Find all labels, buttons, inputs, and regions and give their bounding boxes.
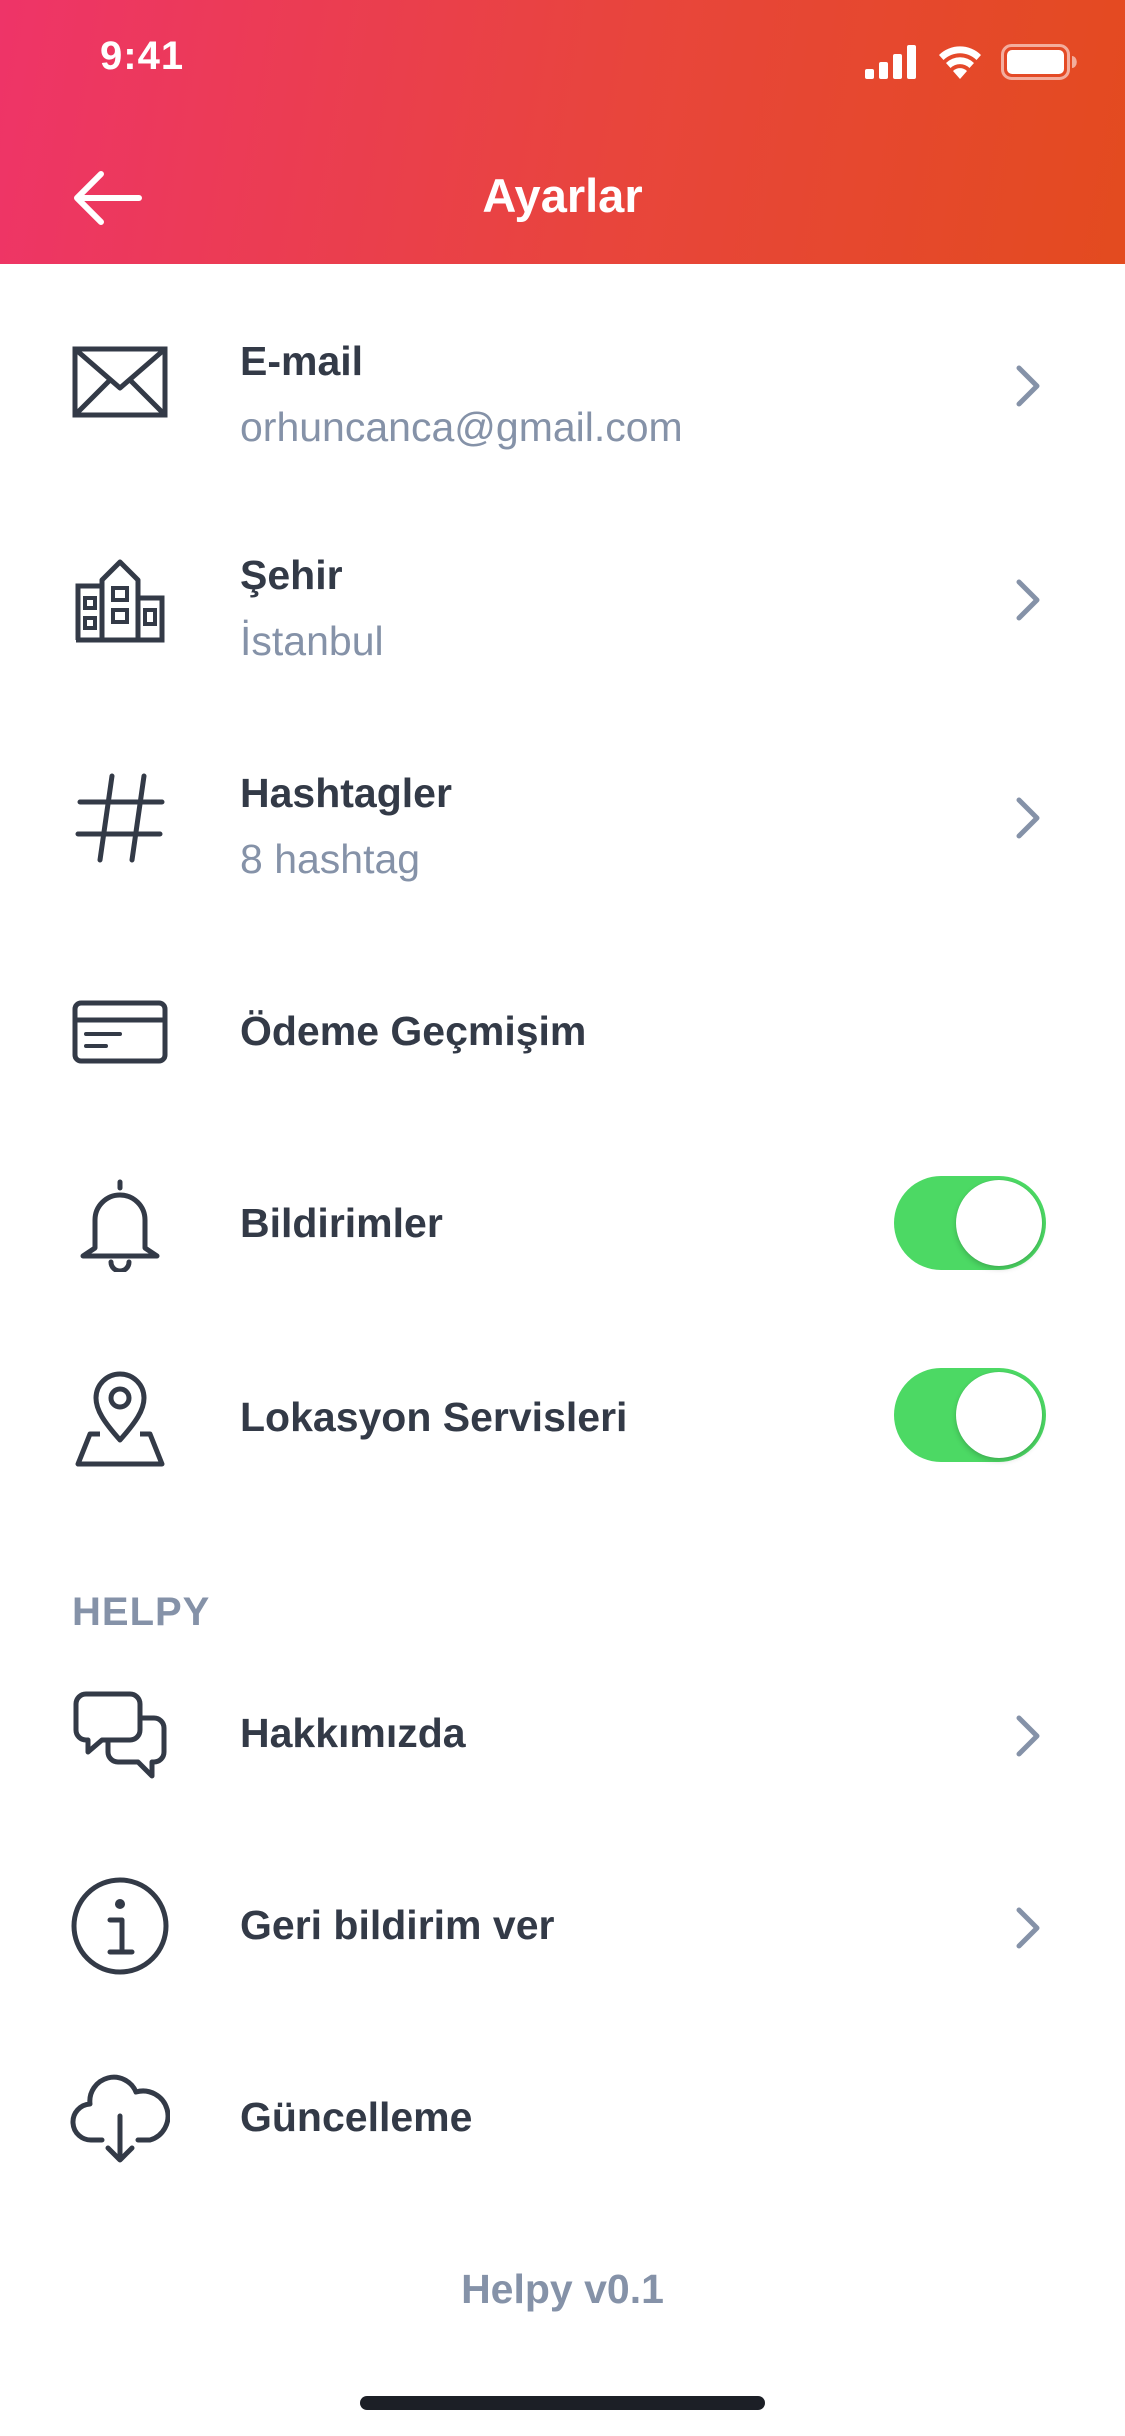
settings-item-notifications: Bildirimler: [0, 1172, 1125, 1282]
location-toggle[interactable]: [894, 1368, 1046, 1462]
settings-item-location: Lokasyon Servisleri: [0, 1364, 1125, 1474]
cloud-download-icon: [70, 2068, 170, 2168]
status-time: 9:41: [100, 34, 185, 78]
status-icons: [865, 44, 1077, 85]
payment-history-label: Ödeme Geçmişim: [240, 1008, 587, 1054]
envelope-icon: [70, 332, 170, 432]
notifications-label: Bildirimler: [240, 1200, 443, 1246]
email-label: E-mail: [240, 338, 364, 384]
city-value: İstanbul: [240, 618, 384, 664]
feedback-label: Geri bildirim ver: [240, 1902, 555, 1948]
settings-item-update[interactable]: Güncelleme: [0, 2064, 1125, 2174]
chevron-right-icon: [1006, 570, 1050, 630]
hashtag-icon: [70, 768, 170, 868]
email-value: orhuncanca@gmail.com: [240, 404, 683, 450]
settings-item-payment-history[interactable]: Ödeme Geçmişim: [0, 980, 1125, 1090]
chat-bubbles-icon: [70, 1684, 170, 1784]
app-version: Helpy v0.1: [461, 2266, 664, 2312]
toggle-knob: [956, 1180, 1042, 1266]
buildings-icon: [70, 548, 170, 648]
location-label: Lokasyon Servisleri: [240, 1394, 628, 1440]
toggle-knob: [956, 1372, 1042, 1458]
chevron-right-icon: [1006, 788, 1050, 848]
settings-item-feedback[interactable]: Geri bildirim ver: [0, 1872, 1125, 1982]
settings-item-email[interactable]: E-mail orhuncanca@gmail.com: [0, 320, 1125, 470]
section-header-helpy: HELPY: [72, 1590, 211, 1634]
settings-item-about[interactable]: Hakkımızda: [0, 1680, 1125, 1790]
hashtags-value: 8 hashtag: [240, 836, 421, 882]
chevron-right-icon: [1006, 1706, 1050, 1766]
update-label: Güncelleme: [240, 2094, 473, 2140]
settings-item-city[interactable]: Şehir İstanbul: [0, 540, 1125, 690]
credit-card-icon: [70, 982, 170, 1082]
chevron-right-icon: [1006, 1898, 1050, 1958]
settings-item-hashtags[interactable]: Hashtagler 8 hashtag: [0, 756, 1125, 906]
app-header: 9:41 Ayarlar: [0, 0, 1125, 264]
home-indicator[interactable]: [360, 2396, 765, 2410]
cellular-signal-icon: [865, 45, 919, 84]
page-title: Ayarlar: [482, 169, 643, 222]
bell-icon: [70, 1174, 170, 1274]
about-label: Hakkımızda: [240, 1710, 466, 1756]
battery-icon: [1001, 44, 1077, 85]
info-icon: [70, 1876, 170, 1976]
hashtags-label: Hashtagler: [240, 770, 452, 816]
map-pin-icon: [70, 1368, 170, 1468]
wifi-icon: [937, 45, 983, 84]
city-label: Şehir: [240, 552, 343, 598]
chevron-right-icon: [1006, 356, 1050, 416]
notifications-toggle[interactable]: [894, 1176, 1046, 1270]
